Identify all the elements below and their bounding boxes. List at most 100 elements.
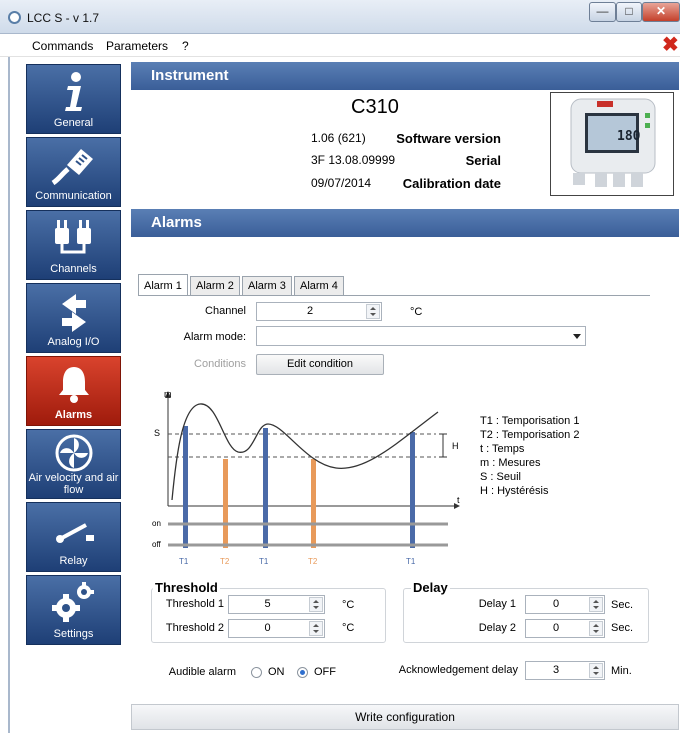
- alarms-header: Alarms: [131, 209, 679, 237]
- switch-icon: [27, 509, 120, 551]
- threshold-2-stepper[interactable]: 0: [228, 619, 325, 638]
- sidebar-item-channels[interactable]: Channels: [26, 210, 121, 280]
- menu-bar: Commands Parameters ? ✖: [0, 34, 680, 57]
- threshold-1-label: Threshold 1: [165, 598, 224, 610]
- t2-bar: [223, 459, 228, 548]
- threshold-2-label: Threshold 2: [165, 622, 224, 634]
- write-configuration-button[interactable]: Write configuration: [131, 704, 679, 730]
- stepper-arrows-icon[interactable]: [309, 597, 323, 612]
- alarm-mode-label: Alarm mode:: [183, 331, 246, 343]
- sidebar-item-alarms[interactable]: Alarms: [26, 356, 121, 426]
- delay-1-value: 0: [552, 598, 560, 610]
- instrument-photo: 180: [550, 92, 674, 196]
- stepper-arrows-icon[interactable]: [589, 663, 603, 678]
- ack-delay-label: Acknowledgement delay: [398, 664, 518, 676]
- legend-item: t : Temps: [480, 443, 525, 455]
- ack-delay-stepper[interactable]: 3: [525, 661, 605, 680]
- threshold-2-value: 0: [264, 622, 271, 634]
- menu-commands[interactable]: Commands: [32, 39, 93, 53]
- sidebar-item-label: Air velocity and air flow: [28, 472, 119, 496]
- sidebar-item-communication[interactable]: Communication: [26, 137, 121, 207]
- legend-item: m : Mesures: [480, 457, 541, 469]
- channel-value: 2: [306, 305, 314, 317]
- alarm-mode-select[interactable]: [256, 326, 586, 346]
- tab-alarm-4[interactable]: Alarm 4: [294, 276, 344, 295]
- audible-off-label[interactable]: OFF: [314, 666, 336, 678]
- stepper-arrows-icon[interactable]: [589, 597, 603, 612]
- title-bar: LCC S - v 1.7 — □ ✕: [0, 0, 680, 34]
- tab-alarm-3[interactable]: Alarm 3: [242, 276, 292, 295]
- bell-icon: [27, 363, 120, 405]
- maximize-button[interactable]: □: [616, 2, 642, 22]
- menu-help[interactable]: ?: [182, 39, 189, 53]
- sidebar-item-air-velocity[interactable]: Air velocity and air flow: [26, 429, 121, 499]
- stepper-arrows-icon[interactable]: [366, 304, 380, 319]
- on-label: on: [152, 519, 161, 528]
- off-label: off: [152, 540, 162, 549]
- sidebar-item-label: Communication: [35, 190, 112, 202]
- sidebar-item-label: Settings: [53, 628, 94, 640]
- stepper-arrows-icon[interactable]: [309, 621, 323, 636]
- marker-t2: T2: [220, 557, 230, 566]
- audible-alarm-label: Audible alarm: [168, 666, 236, 678]
- tab-alarm-1[interactable]: Alarm 1: [138, 274, 188, 295]
- sidebar-item-general[interactable]: General: [26, 64, 121, 134]
- legend-item: S : Seuil: [480, 471, 521, 483]
- ack-delay-unit: Min.: [611, 665, 632, 677]
- measurement-curve: [171, 403, 439, 501]
- delay-2-label: Delay 2: [478, 622, 516, 634]
- delay-1-stepper[interactable]: 0: [525, 595, 605, 614]
- chevron-down-icon: [573, 334, 581, 339]
- marker-t1: T1: [259, 557, 269, 566]
- arrows-icon: [27, 290, 120, 332]
- gears-icon: [27, 582, 120, 624]
- conditions-label: Conditions: [194, 358, 246, 370]
- ack-delay-value: 3: [552, 664, 560, 676]
- audible-on-radio[interactable]: [251, 667, 262, 678]
- threshold-title: Threshold: [153, 580, 220, 595]
- app-icon: [8, 11, 21, 24]
- t2-bar: [311, 459, 316, 548]
- sidebar-item-label: Analog I/O: [47, 336, 100, 348]
- instrument-header: Instrument: [131, 62, 679, 90]
- close-icon[interactable]: ✖: [662, 35, 679, 55]
- close-window-button[interactable]: ✕: [642, 2, 680, 22]
- delay-1-unit: Sec.: [611, 599, 634, 611]
- threshold-1-value: 5: [264, 598, 271, 610]
- t1-bar: [410, 432, 415, 548]
- threshold-1-stepper[interactable]: 5: [228, 595, 325, 614]
- delay-2-stepper[interactable]: 0: [525, 619, 605, 638]
- instrument-photo-reading: 180: [617, 129, 641, 144]
- plugs-icon: [27, 217, 120, 259]
- audible-off-radio[interactable]: [297, 667, 308, 678]
- sidebar-item-relay[interactable]: Relay: [26, 502, 121, 572]
- channel-unit: °C: [410, 306, 423, 318]
- rj45-plug-icon: [27, 144, 120, 186]
- level-s-label: S: [154, 428, 160, 438]
- sidebar-item-settings[interactable]: Settings: [26, 575, 121, 645]
- threshold-2-unit: °C: [342, 622, 355, 634]
- delay-title: Delay: [411, 580, 450, 595]
- edit-condition-button[interactable]: Edit condition: [256, 354, 384, 375]
- sidebar-item-label: General: [53, 117, 94, 129]
- marker-t2: T2: [308, 557, 318, 566]
- sidebar-item-analog-io[interactable]: Analog I/O: [26, 283, 121, 353]
- legend-item: T1 : Temporisation 1: [480, 415, 580, 427]
- audible-on-label[interactable]: ON: [268, 666, 285, 678]
- diagram-legend: T1 : Temporisation 1 T2 : Temporisation …: [480, 414, 579, 498]
- calibration-value: 09/07/2014: [311, 176, 372, 190]
- t1-bar: [183, 426, 188, 548]
- tab-alarm-2[interactable]: Alarm 2: [190, 276, 240, 295]
- threshold-1-unit: °C: [342, 599, 355, 611]
- sidebar-item-label: Alarms: [54, 409, 93, 421]
- serial-value: 3F 13.08.09999: [311, 153, 396, 167]
- stepper-arrows-icon[interactable]: [589, 621, 603, 636]
- axis-m-label: m: [164, 389, 172, 399]
- alarm-diagram: m t S H on off T1 T2 T1 T2 T1: [152, 389, 460, 566]
- menu-parameters[interactable]: Parameters: [106, 39, 168, 53]
- legend-item: T2 : Temporisation 2: [480, 429, 580, 441]
- minimize-button[interactable]: —: [589, 2, 616, 22]
- t1-bar: [263, 428, 268, 548]
- channel-stepper[interactable]: 2: [256, 302, 382, 321]
- delay-2-unit: Sec.: [611, 622, 634, 634]
